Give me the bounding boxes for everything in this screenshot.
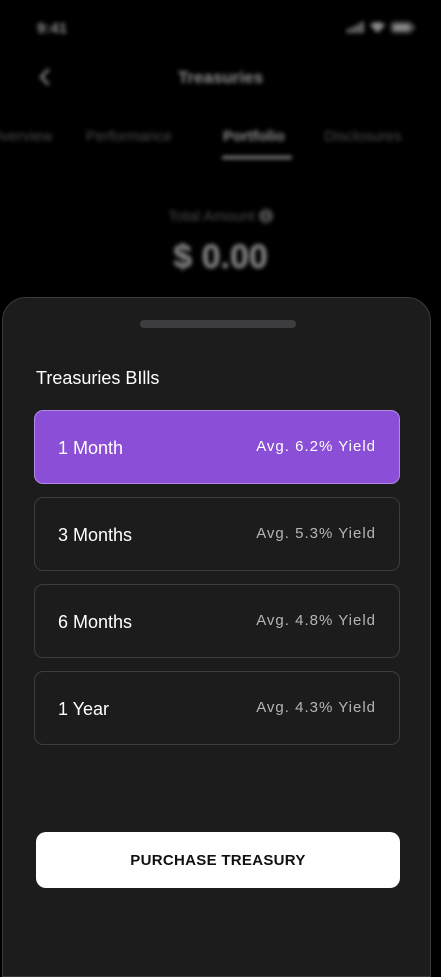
total-amount-value: $ 0.00 [173,238,268,276]
status-bar: 9:41 [0,0,441,56]
option-term-label: 6 Months [58,612,133,632]
active-tab-indicator [222,156,292,159]
option-yield-label: Avg. 6.2% Yield [256,438,376,455]
tab-performance[interactable]: Performance [86,128,172,145]
purchase-treasury-button[interactable]: PURCHASE TREASURY [36,832,400,888]
option-yield-label: Avg. 4.8% Yield [256,612,376,629]
sheet-drag-handle[interactable] [140,320,296,328]
term-options-list: 1 Month Avg. 6.2% Yield 3 Months Avg. 5.… [34,410,400,758]
bottom-sheet: Treasuries BIlls 1 Month Avg. 6.2% Yield… [2,297,431,977]
option-term-label: 3 Months [58,525,133,545]
term-option-6-months[interactable]: 6 Months Avg. 4.8% Yield [34,584,400,658]
option-term-label: 1 Month [58,438,124,458]
nav-header: Treasuries [0,56,441,102]
total-amount-label-row: Total Amount [0,208,441,225]
signal-icon [347,22,364,33]
tab-bar: Overview Performance Portfolio Disclosur… [0,122,441,162]
sheet-title: Treasuries BIlls [36,368,160,388]
battery-icon [391,22,415,33]
total-amount-label: Total Amount [168,208,255,225]
option-yield-label: Avg. 4.3% Yield [256,699,376,716]
wifi-icon [370,22,385,33]
status-icons [347,22,415,33]
option-term-label: 1 Year [58,699,110,719]
status-time: 9:41 [37,20,68,37]
tab-overview[interactable]: Overview [0,128,53,145]
tab-portfolio[interactable]: Portfolio [223,128,285,145]
tab-disclosures[interactable]: Disclosures [324,128,402,145]
term-option-3-months[interactable]: 3 Months Avg. 5.3% Yield [34,497,400,571]
page-title: Treasuries [177,68,264,87]
term-option-1-year[interactable]: 1 Year Avg. 4.3% Yield [34,671,400,745]
term-option-1-month[interactable]: 1 Month Avg. 6.2% Yield [34,410,400,484]
option-yield-label: Avg. 5.3% Yield [256,525,376,542]
info-icon[interactable] [258,209,273,223]
